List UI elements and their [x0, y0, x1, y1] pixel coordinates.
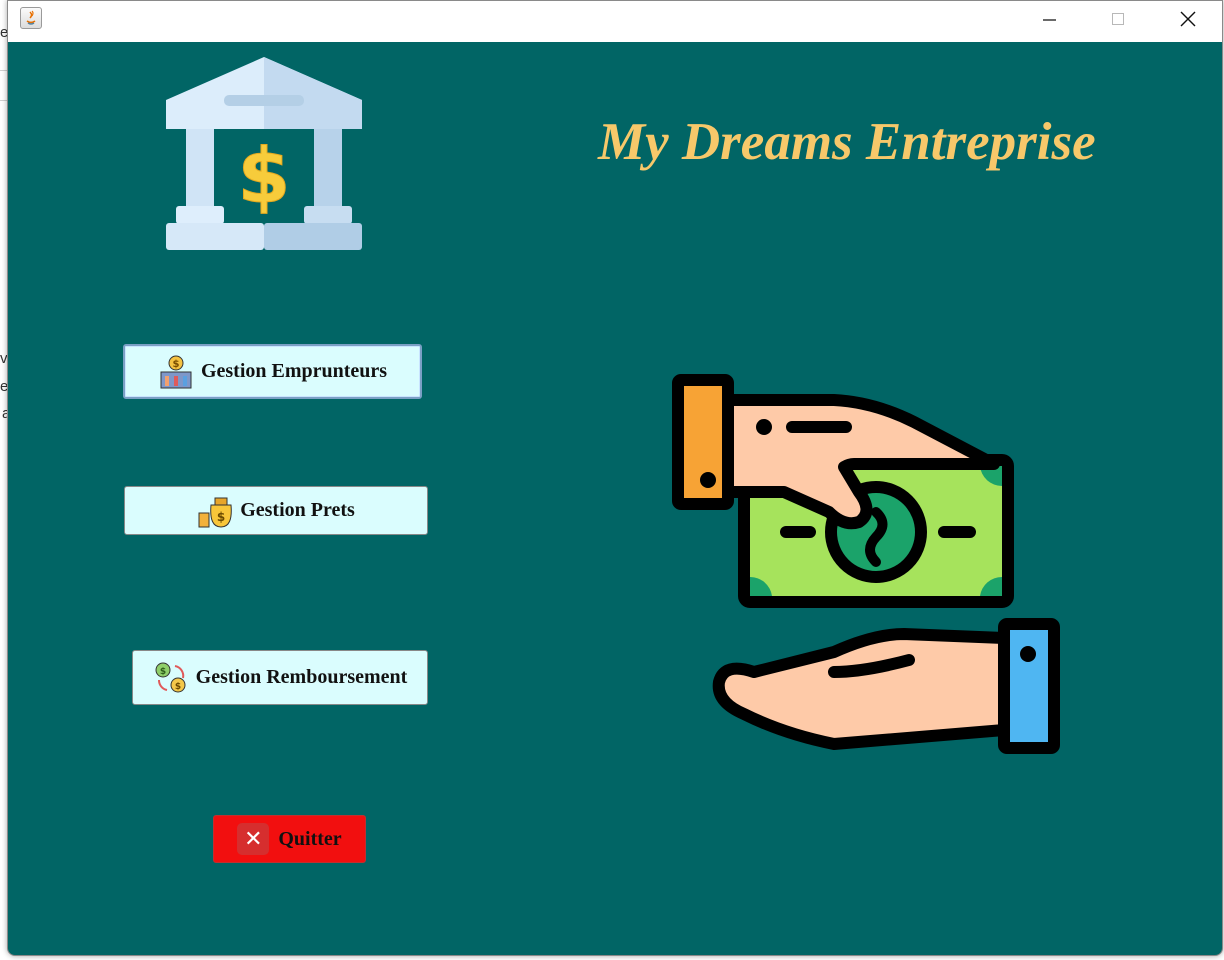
borrowers-bank-icon: $ [160, 355, 192, 388]
svg-text:$: $ [238, 131, 291, 220]
close-icon: ✕ [237, 823, 270, 855]
maximize-button[interactable] [1083, 1, 1152, 37]
gestion-emprunteurs-button[interactable]: $ Gestion Emprunteurs [123, 344, 422, 399]
maximize-icon [1111, 13, 1124, 25]
gestion-prets-label: Gestion Prets [240, 499, 355, 521]
money-hand-illustration-icon [672, 374, 1060, 754]
java-app-icon[interactable] [20, 7, 42, 29]
main-panel: $ My Dreams Entreprise $ Gestion Emprunt… [8, 42, 1222, 955]
gestion-emprunteurs-label: Gestion Emprunteurs [200, 360, 388, 382]
close-window-button[interactable] [1153, 1, 1222, 37]
page-title: My Dreams Entreprise [598, 113, 1096, 171]
title-bar[interactable] [8, 1, 1222, 42]
repayment-icon: $ $ [155, 662, 186, 692]
money-bag-icon: $ [198, 497, 232, 528]
close-icon [1180, 11, 1195, 27]
minimize-icon [1042, 19, 1056, 21]
gestion-prets-button[interactable]: $ Gestion Prets [124, 486, 428, 535]
background-divider [0, 100, 7, 101]
svg-text:$: $ [217, 510, 225, 524]
quit-label: Quitter [278, 827, 342, 850]
svg-text:$: $ [175, 682, 181, 692]
gestion-remboursement-button[interactable]: $ $ Gestion Remboursement [132, 650, 428, 705]
svg-text:$: $ [172, 359, 179, 370]
gestion-remboursement-label: Gestion Remboursement [195, 666, 408, 688]
bank-logo-icon: $ [166, 57, 362, 250]
quit-button[interactable]: ✕ Quitter [213, 815, 366, 863]
app-window: $ My Dreams Entreprise $ Gestion Emprunt… [7, 0, 1223, 956]
svg-text:$: $ [160, 667, 166, 677]
background-divider [0, 70, 7, 71]
minimize-button[interactable] [1014, 1, 1083, 37]
